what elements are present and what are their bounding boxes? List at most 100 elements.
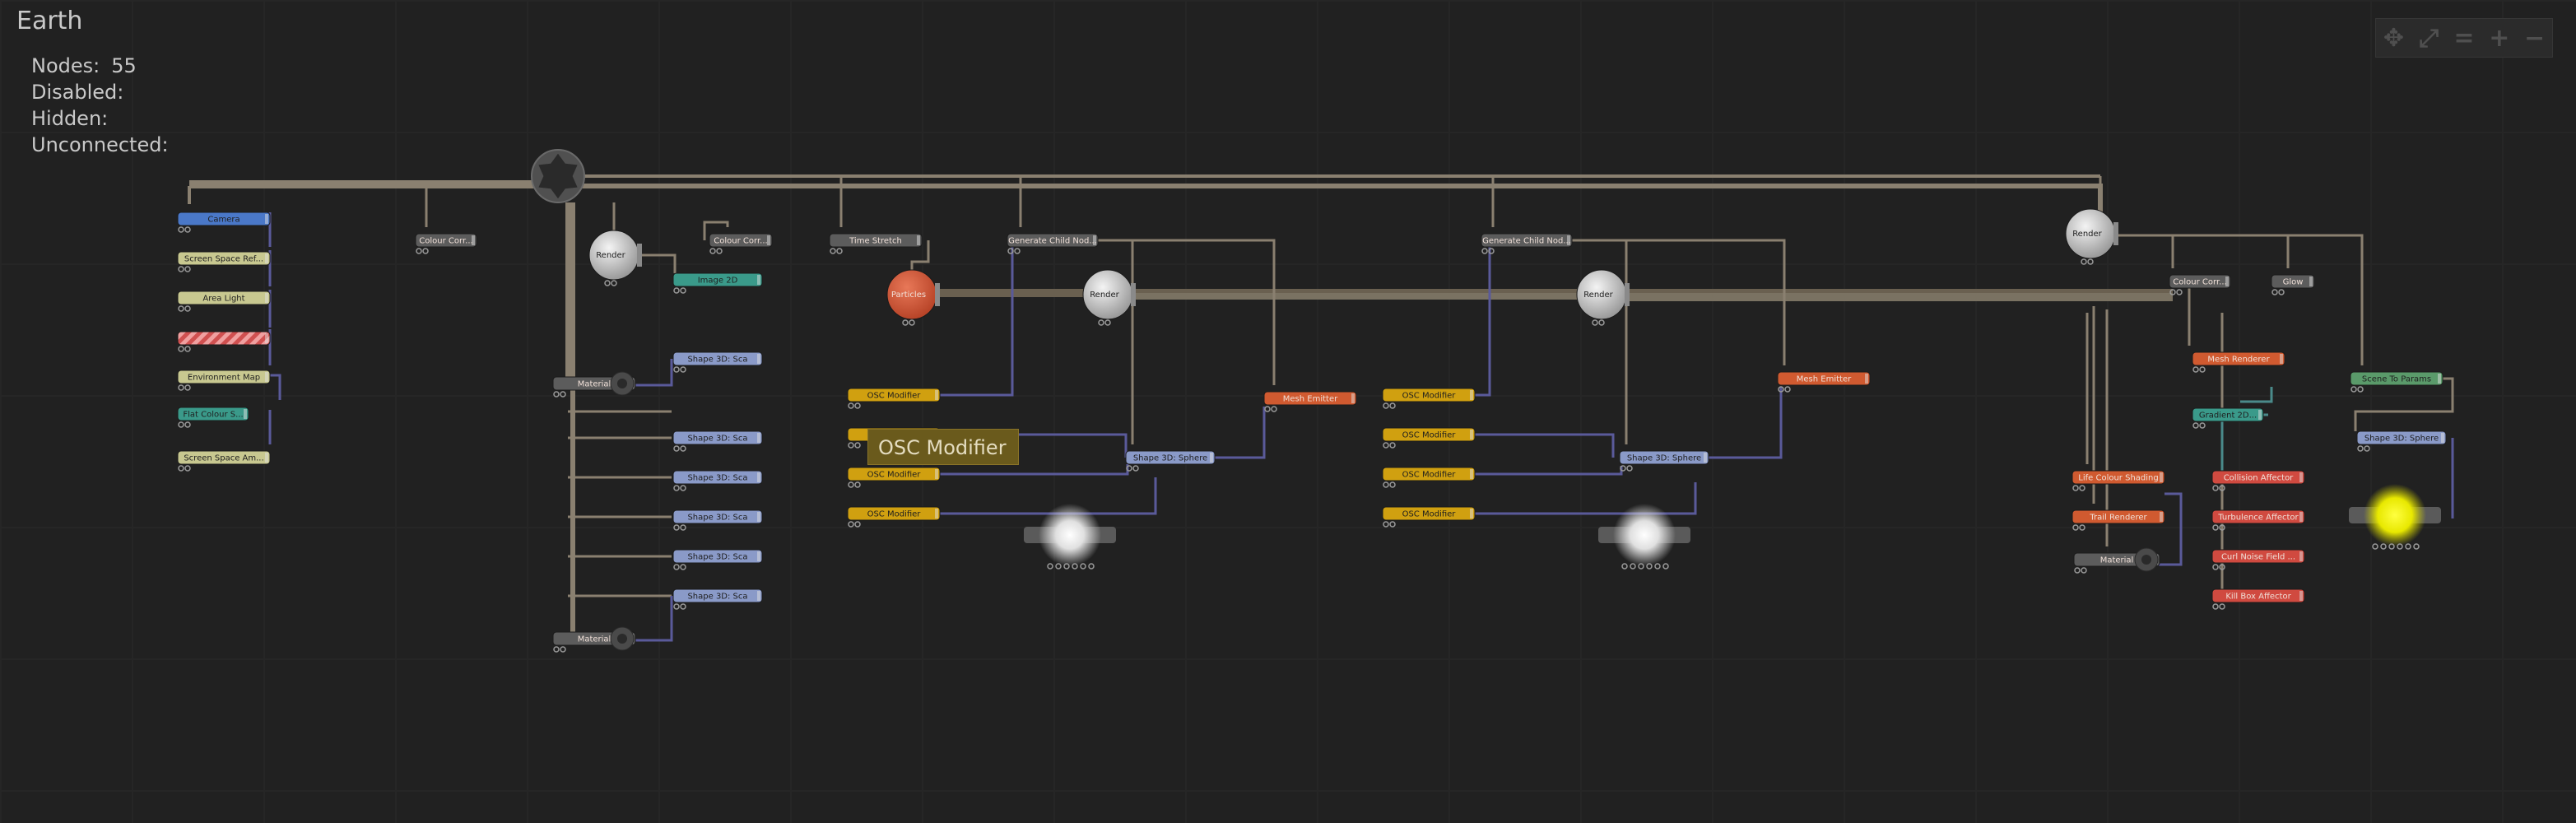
node-label: OSC Modifier (867, 471, 922, 480)
stat-label: Unconnected: (31, 133, 169, 156)
node-time-stretch[interactable]: Time Stretch (829, 233, 923, 254)
node-cch2[interactable]: Generate Child Nod... (1481, 233, 1573, 254)
node-s3d-6[interactable]: Shape 3D: Sca (672, 588, 763, 610)
node-mesh1[interactable]: Mesh Emitter (1263, 391, 1357, 412)
node-label: Generate Child Nod... (1008, 237, 1097, 246)
reset-zoom-icon[interactable]: = (2447, 19, 2482, 57)
node-label: Generate Child Nod... (1482, 237, 1571, 246)
node-s3d-2[interactable]: Shape 3D: Sca (672, 430, 763, 452)
node-ssr[interactable]: Screen Space Ref... (177, 251, 271, 272)
node-graph[interactable]: Camera Screen Space Ref... Area Light Envir… (0, 0, 2576, 823)
stat-label: Hidden: (31, 107, 109, 130)
move-icon[interactable]: ✥ (2376, 19, 2411, 57)
node-label: Trail Renderer (2089, 514, 2147, 523)
node-label: Render (596, 251, 625, 260)
node-s3d-3[interactable]: Shape 3D: Sca (672, 470, 763, 491)
node-env-map[interactable]: Environment Map (177, 370, 271, 391)
node-mesh-renderer[interactable]: Mesh Renderer (2192, 351, 2285, 373)
node-render2[interactable]: Render (1082, 269, 1136, 326)
node-gradient[interactable]: Gradient 2D... (2192, 407, 2264, 429)
connection-wire (1027, 239, 1276, 385)
node-label: Render (1090, 291, 1119, 300)
page-title: Earth (16, 7, 83, 35)
node-osc7[interactable]: OSC Modifier (1382, 467, 1476, 488)
node-scene-params[interactable]: Scene To Params (2350, 371, 2443, 393)
node-label: Curl Noise Field ... (2221, 553, 2295, 562)
node-particles[interactable]: Particles (886, 269, 940, 326)
node-sph2[interactable]: Shape 3D: Sphere (1619, 450, 1709, 472)
zoom-out-icon[interactable]: − (2517, 19, 2552, 57)
node-sph1[interactable]: Shape 3D: Sphere (1125, 450, 1216, 472)
node-label: Camera (207, 216, 239, 225)
node-render4[interactable]: Render (2065, 208, 2118, 265)
node-osc6[interactable]: OSC Modifier (1382, 427, 1476, 449)
node-label: OSC Modifier (867, 392, 922, 401)
node-label: Material (2100, 556, 2134, 565)
node-disabled-node[interactable] (177, 331, 271, 352)
node-osc8[interactable]: OSC Modifier (1382, 506, 1476, 528)
node-label: Render (1583, 291, 1613, 300)
node-ssao[interactable]: Screen Space Am... (177, 450, 271, 472)
node-label: Material (578, 635, 611, 644)
node-label: Shape 3D: Sca (687, 514, 747, 523)
node-osc3[interactable]: OSC Modifier (847, 467, 941, 488)
node-osc4[interactable]: OSC Modifier (847, 506, 941, 528)
node-osc5[interactable]: OSC Modifier (1382, 388, 1476, 409)
node-s3d-4[interactable]: Shape 3D: Sca (672, 509, 763, 531)
node-label: OSC Modifier (867, 510, 922, 519)
node-trail-renderer[interactable]: Trail Renderer (2071, 509, 2165, 531)
node-image2d[interactable]: Image 2D (672, 272, 763, 294)
node-life-colour[interactable]: Life Colour Shading (2071, 470, 2165, 491)
node-label: Time Stretch (849, 237, 902, 246)
node-turbulence[interactable]: Turbulence Affector (2211, 509, 2305, 531)
node-label: Shape 3D: Sca (687, 474, 747, 483)
node-glow[interactable]: Glow (2271, 274, 2315, 295)
connection-wire (637, 253, 677, 273)
node-label: Life Colour Shading (2078, 474, 2158, 483)
node-label: Render (2072, 230, 2102, 239)
fit-view-icon[interactable]: ⤢ (2411, 19, 2447, 57)
node-kill-box[interactable]: Kill Box Affector (2211, 588, 2305, 610)
node-render3[interactable]: Render (1576, 269, 1630, 326)
node-collision[interactable]: Collision Affector (2211, 470, 2305, 491)
node-cc3[interactable]: Colour Corr... (2169, 274, 2231, 295)
node-mesh2[interactable]: Mesh Emitter (1777, 371, 1871, 393)
connections (188, 174, 2454, 642)
node-mat2[interactable]: Material (552, 626, 636, 653)
node-osc1[interactable]: OSC Modifier (847, 388, 941, 409)
node-label: OSC Modifier (1402, 431, 1457, 440)
graph-stats: Nodes: 55 Disabled: Hidden: Unconnected: (31, 53, 180, 158)
stat-disabled: Disabled: (31, 79, 180, 105)
node-flat-colour[interactable]: Flat Colour S... (177, 407, 249, 428)
node-label: Colour Corr... (714, 237, 767, 246)
connection-wire (1501, 239, 1786, 365)
node-label: Area Light (202, 295, 244, 304)
node-label: Screen Space Am... (184, 454, 263, 463)
node-sph3[interactable]: Shape 3D: Sphere (2356, 430, 2447, 452)
node-label: Flat Colour S... (183, 411, 243, 420)
node-camera[interactable]: Camera (177, 212, 271, 233)
node-s3d-5[interactable]: Shape 3D: Sca (672, 549, 763, 570)
node-label: Kill Box Affector (2225, 593, 2291, 602)
node-mat3[interactable]: Material (2073, 547, 2160, 574)
stat-hidden: Hidden: (31, 105, 180, 132)
node-label: OSC Modifier (1402, 510, 1457, 519)
node-label: Mesh Emitter (1797, 375, 1852, 384)
node-label: Shape 3D: Sphere (2364, 435, 2439, 444)
connection-wire (1475, 433, 1697, 515)
stat-label: Nodes: (31, 54, 100, 77)
zoom-in-icon[interactable]: + (2481, 19, 2517, 57)
node-render1[interactable]: Render (588, 230, 642, 286)
node-cch1[interactable]: Generate Child Nod... (1007, 233, 1099, 254)
node-light3[interactable] (2349, 484, 2441, 550)
node-curl-noise[interactable]: Curl Noise Field ... (2211, 549, 2305, 570)
node-cc1[interactable]: Colour Corr... (415, 233, 477, 254)
node-area-light[interactable]: Area Light (177, 291, 271, 312)
node-root[interactable] (531, 149, 585, 203)
node-label: Colour Corr... (419, 237, 472, 246)
node-label: Shape 3D: Sca (687, 593, 747, 602)
node-s3d-1[interactable]: Shape 3D: Sca (672, 351, 763, 373)
node-cc2[interactable]: Colour Corr... (709, 233, 773, 254)
connection-wire (2354, 377, 2454, 431)
connection-wire (568, 410, 672, 597)
